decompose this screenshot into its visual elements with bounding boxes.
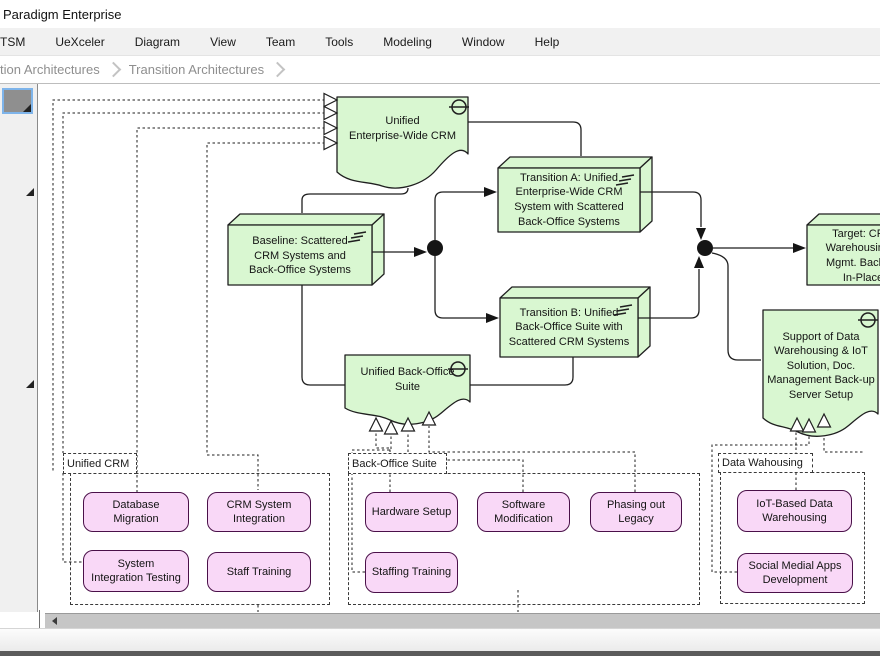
chevron-right-icon — [105, 62, 121, 78]
palette-sidebar — [0, 84, 38, 612]
chevron-right-icon — [270, 62, 286, 78]
menu-item-tools[interactable]: Tools — [310, 35, 368, 49]
breadcrumb-item-architectures[interactable]: tion Architectures — [0, 62, 100, 77]
task-system-integration-testing[interactable]: System Integration Testing — [83, 550, 189, 592]
panel-resize-marker-icon[interactable] — [26, 380, 34, 388]
menu-item-tsm[interactable]: TSM — [0, 35, 40, 49]
panel-divider — [39, 610, 40, 628]
task-software-modification[interactable]: Software Modification — [477, 492, 570, 532]
group-data-warehousing-tab[interactable]: Data Wahousing — [718, 453, 813, 473]
panel-resize-marker-icon[interactable] — [26, 188, 34, 196]
node-gap-unified-crm[interactable]: Unified Enterprise-Wide CRM — [337, 106, 468, 152]
task-phasing-out-legacy[interactable]: Phasing out Legacy — [590, 492, 682, 532]
scroll-left-button[interactable] — [46, 614, 62, 627]
scrollbar-track[interactable] — [45, 613, 880, 628]
swatch-corner-marker-icon — [23, 104, 31, 112]
palette-selected-swatch[interactable] — [2, 88, 33, 114]
application-window: Paradigm Enterprise TSM UeXceler Diagram… — [0, 0, 880, 658]
group-unified-crm-label: Unified CRM — [67, 458, 129, 470]
node-plateau-target[interactable]: Target: CRM Warehousing & Mgmt. Back-up … — [807, 230, 880, 282]
window-title: Paradigm Enterprise — [3, 7, 122, 22]
task-database-migration[interactable]: Database Migration — [83, 492, 189, 532]
menu-item-modeling[interactable]: Modeling — [368, 35, 447, 49]
node-gap-back-office[interactable]: Unified Back-Office Suite — [345, 360, 470, 400]
menu-item-window[interactable]: Window — [447, 35, 520, 49]
node-plateau-transition-a[interactable]: Transition A: Unified Enterprise-Wide CR… — [498, 170, 640, 230]
task-staffing-training[interactable]: Staffing Training — [365, 552, 458, 593]
menu-item-diagram[interactable]: Diagram — [120, 35, 195, 49]
bottom-accent-bar — [0, 651, 880, 656]
status-bar — [0, 628, 880, 651]
menu-item-team[interactable]: Team — [251, 35, 310, 49]
node-plateau-baseline[interactable]: Baseline: Scattered CRM Systems and Back… — [228, 230, 372, 282]
scroll-left-arrow-icon — [52, 617, 57, 625]
task-hardware-setup[interactable]: Hardware Setup — [365, 492, 458, 532]
task-staff-training[interactable]: Staff Training — [207, 552, 311, 592]
task-iot-based-data-warehousing[interactable]: IoT-Based Data Warehousing — [737, 490, 852, 532]
menu-item-view[interactable]: View — [195, 35, 251, 49]
horizontal-scrollbar[interactable] — [38, 612, 880, 628]
menu-item-uexceler[interactable]: UeXceler — [40, 35, 119, 49]
group-data-warehousing-label: Data Wahousing — [722, 457, 803, 469]
junction-icon[interactable] — [427, 240, 713, 256]
node-gap-support-data[interactable]: Support of Data Warehousing & IoT Soluti… — [765, 322, 877, 410]
group-unified-crm-tab[interactable]: Unified CRM — [63, 453, 137, 474]
node-plateau-transition-b[interactable]: Transition B: Unified Back-Office Suite … — [500, 300, 638, 355]
title-bar: Paradigm Enterprise — [0, 0, 880, 28]
breadcrumb-item-transition-architectures[interactable]: Transition Architectures — [129, 62, 264, 77]
group-back-office-tab[interactable]: Back-Office Suite — [348, 453, 447, 474]
task-crm-system-integration[interactable]: CRM System Integration — [207, 492, 311, 532]
menu-item-help[interactable]: Help — [520, 35, 575, 49]
diagram-canvas[interactable]: Unified CRM Back-Office Suite Data Wahou… — [38, 84, 880, 612]
menu-bar: TSM UeXceler Diagram View Team Tools Mod… — [0, 28, 880, 56]
task-social-media-apps-development[interactable]: Social Medial Apps Development — [737, 553, 853, 593]
group-back-office-label: Back-Office Suite — [352, 458, 437, 470]
breadcrumb: tion Architectures Transition Architectu… — [0, 56, 880, 84]
